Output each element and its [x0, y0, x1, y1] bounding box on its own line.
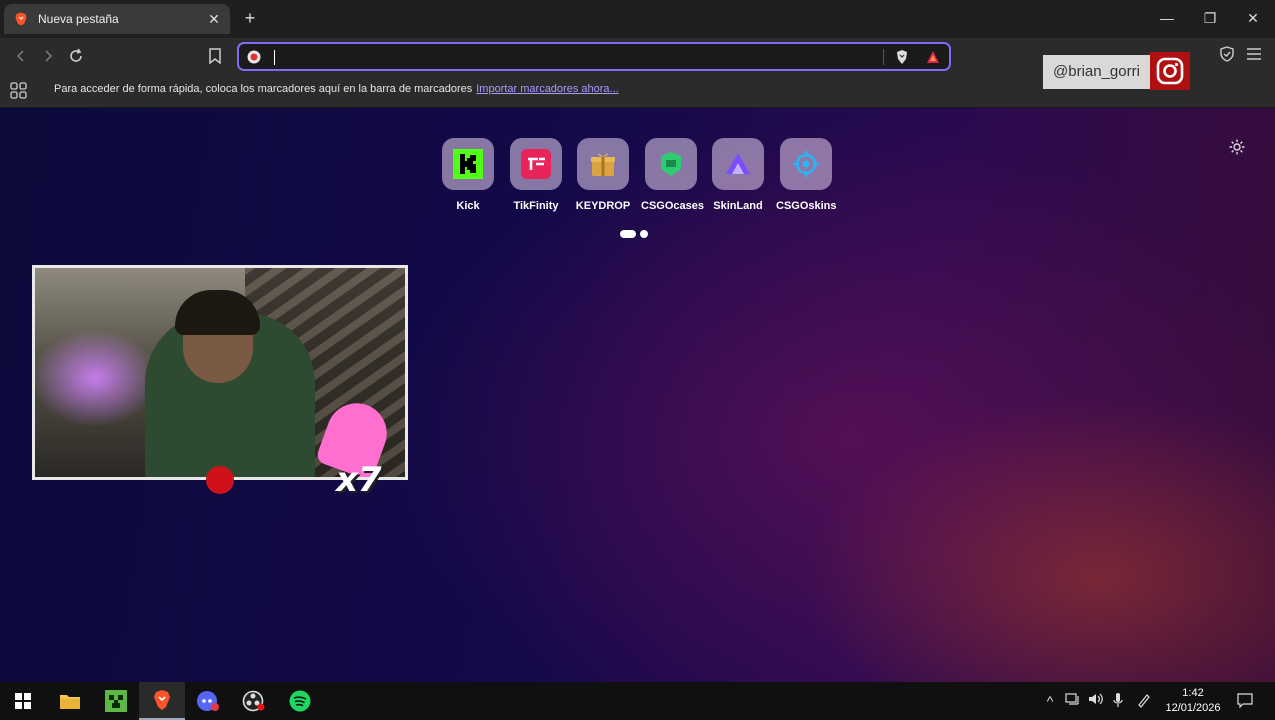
windows-taskbar: ^ 1:42 12/01/2026	[0, 682, 1275, 720]
top-site-csgocases[interactable]: CSGOcases	[641, 138, 704, 212]
tab-close-icon[interactable]: ✕	[206, 11, 222, 28]
taskbar-app-minecraft[interactable]	[93, 682, 139, 720]
top-site-tile	[712, 138, 764, 190]
volume-icon[interactable]	[1087, 692, 1105, 710]
pen-ink-icon[interactable]	[1135, 692, 1153, 710]
top-site-csgoskins[interactable]: CSGOskins	[776, 138, 837, 212]
brave-rewards-icon[interactable]	[925, 49, 941, 65]
network-icon[interactable]	[1064, 692, 1082, 710]
new-tab-button[interactable]: +	[240, 8, 260, 28]
clock-date: 12/01/2026	[1165, 702, 1221, 714]
clock-time: 1:42	[1182, 687, 1204, 699]
csgoskins-icon	[793, 151, 819, 177]
restore-button[interactable]: ❐	[1189, 0, 1231, 36]
vpn-button[interactable]	[1217, 46, 1237, 66]
top-site-label: CSGOskins	[776, 200, 837, 212]
tab-new-tab[interactable]: Nueva pestaña ✕	[4, 4, 230, 34]
minecraft-icon	[105, 690, 127, 712]
top-site-keydrop[interactable]: KEYDROP	[573, 138, 633, 212]
top-site-label: Kick	[456, 200, 480, 212]
reload-icon	[70, 48, 82, 62]
apps-grid-icon[interactable]	[10, 82, 28, 100]
windows-logo-icon	[15, 693, 31, 709]
bookmarks-hint: Para acceder de forma rápida, coloca los…	[54, 83, 619, 95]
top-site-tile	[780, 138, 832, 190]
top-site-label: TikFinity	[513, 200, 559, 212]
menu-button[interactable]	[1244, 46, 1264, 66]
brave-logo-icon	[15, 12, 27, 26]
hamburger-menu-icon	[1247, 48, 1261, 60]
top-site-tile	[442, 138, 494, 190]
page-dot-active[interactable]	[620, 230, 636, 238]
top-site-label: KEYDROP	[575, 200, 631, 212]
kick-icon	[453, 149, 483, 179]
top-site-tile	[645, 138, 697, 190]
instagram-icon	[1156, 57, 1184, 85]
spotify-icon	[289, 690, 311, 712]
search-engine-icon	[247, 50, 261, 64]
bookmark-button[interactable]	[203, 44, 227, 68]
taskbar-app-spotify[interactable]	[277, 682, 323, 720]
instagram-logo	[1149, 52, 1190, 90]
forward-button[interactable]	[36, 44, 60, 68]
instagram-overlay: @brian_gorri	[1043, 52, 1190, 90]
top-site-skinland[interactable]: SkinLand	[708, 138, 768, 212]
top-site-label: CSGOcases	[641, 200, 704, 212]
notification-center-icon[interactable]	[1236, 692, 1254, 710]
brave-icon	[154, 690, 170, 710]
folder-icon	[60, 695, 80, 709]
top-site-tile	[577, 138, 629, 190]
import-bookmarks-link[interactable]: Importar marcadores ahora...	[476, 83, 618, 95]
page-dot[interactable]	[640, 230, 648, 238]
close-window-button[interactable]: ✕	[1232, 0, 1274, 36]
brave-shields-icon[interactable]	[894, 49, 910, 65]
reload-button[interactable]	[64, 44, 88, 68]
shield-icon	[1220, 46, 1234, 62]
top-site-tikfinity[interactable]: TikFinity	[506, 138, 566, 212]
tab-strip: Nueva pestaña ✕ + — ❐ ✕	[0, 0, 1275, 38]
bookmark-icon	[209, 48, 221, 64]
taskbar-clock[interactable]: 1:42 12/01/2026	[1158, 686, 1228, 716]
settings-gear-icon[interactable]	[1228, 138, 1246, 156]
start-button[interactable]	[0, 682, 46, 720]
arrow-left-icon	[16, 50, 24, 62]
taskbar-app-discord[interactable]	[185, 682, 231, 720]
new-tab-page: Kick TikFinity KEYDROP CSGOcases SkinLan…	[0, 108, 1275, 682]
webcam-overlay	[32, 265, 408, 480]
bookmarks-hint-text: Para acceder de forma rápida, coloca los…	[54, 83, 473, 95]
tab-title: Nueva pestaña	[38, 12, 119, 26]
discord-icon	[197, 691, 219, 711]
tray-overflow-chevron-up-icon[interactable]: ^	[1041, 692, 1059, 710]
taskbar-app-obs[interactable]	[231, 682, 277, 720]
taskbar-app-file-explorer[interactable]	[47, 682, 93, 720]
tikfinity-icon	[521, 149, 551, 179]
address-bar-separator	[883, 49, 884, 65]
minimize-button[interactable]: —	[1146, 0, 1188, 36]
top-sites-page-indicator	[620, 230, 648, 238]
taskbar-app-brave[interactable]	[139, 682, 185, 720]
obs-icon	[242, 690, 265, 712]
instagram-handle: @brian_gorri	[1043, 55, 1150, 89]
text-caret	[274, 50, 275, 65]
arrow-right-icon	[45, 50, 53, 62]
address-bar[interactable]	[237, 42, 951, 71]
address-input[interactable]	[271, 47, 871, 67]
microphone-icon[interactable]	[1109, 692, 1127, 710]
csgocases-icon	[661, 152, 681, 176]
skinland-icon	[726, 153, 750, 174]
webcam-multiplier-badge: x7	[336, 460, 382, 500]
top-site-label: SkinLand	[713, 200, 763, 212]
keydrop-icon	[591, 153, 615, 176]
webcam-frame-ornament	[206, 466, 234, 494]
top-site-kick[interactable]: Kick	[438, 138, 498, 212]
top-site-tile	[510, 138, 562, 190]
back-button[interactable]	[9, 44, 33, 68]
